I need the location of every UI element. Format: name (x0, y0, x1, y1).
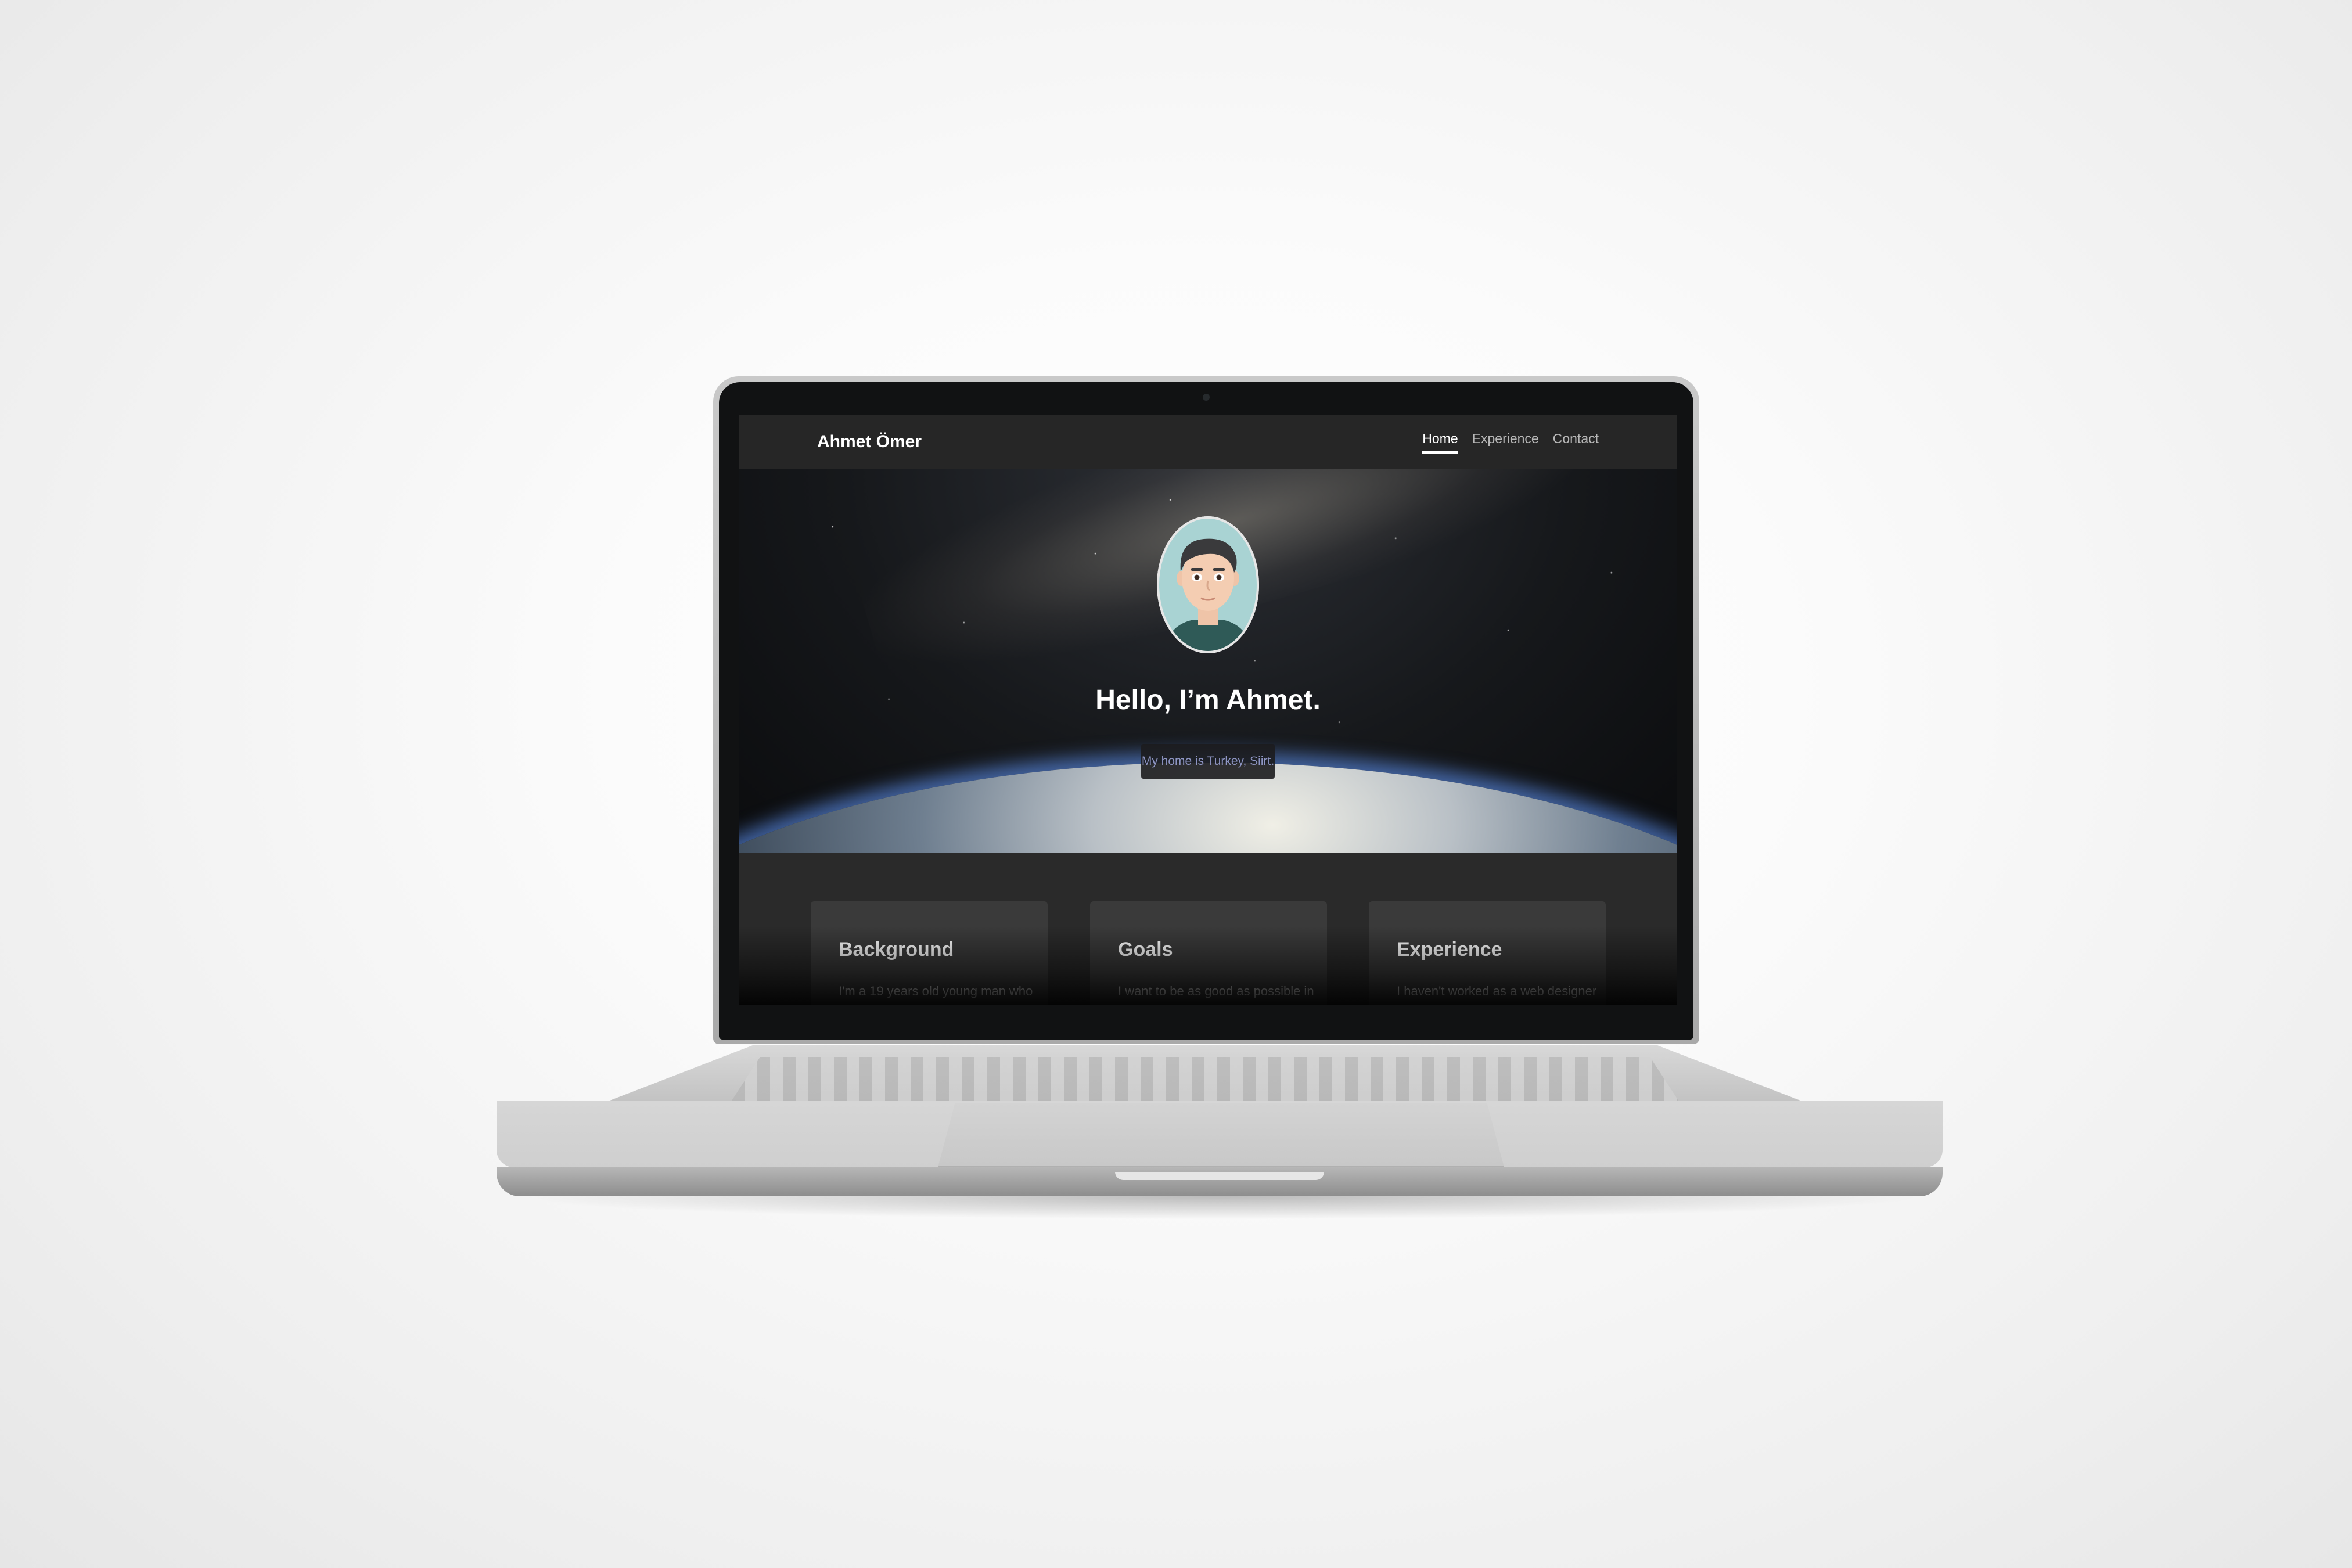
laptop-trackpad (938, 1103, 1504, 1167)
card-text: I want to be as good as possible in (1118, 984, 1314, 998)
hero-title: Hello, I’m Ahmet. (1095, 685, 1321, 715)
site-brand[interactable]: Ahmet Ömer (817, 432, 922, 452)
hero-section: Hello, I’m Ahmet. My home is Turkey, Sii… (739, 469, 1677, 853)
card-background: Background I'm a 19 years old young man … (811, 901, 1048, 1005)
nav-link-home[interactable]: Home (1422, 431, 1458, 454)
cards-section: Background I'm a 19 years old young man … (739, 853, 1677, 1005)
laptop-open-notch (1115, 1172, 1324, 1180)
nav-link-experience[interactable]: Experience (1472, 431, 1539, 454)
webcam (1203, 394, 1210, 401)
card-title: Goals (1118, 938, 1173, 961)
card-text: I'm a 19 years old young man who (839, 984, 1033, 998)
nav-links: Home Experience Contact (1422, 431, 1599, 454)
laptop-keyboard (732, 1057, 1678, 1101)
nav-link-contact[interactable]: Contact (1553, 431, 1599, 454)
card-text: I haven't worked as a web designer (1397, 984, 1597, 998)
site-navbar: Ahmet Ömer Home Experience Contact (739, 415, 1677, 469)
profile-avatar (1157, 516, 1259, 653)
laptop-shadow (511, 1196, 1928, 1220)
card-experience: Experience I haven't worked as a web des… (1369, 901, 1606, 1005)
card-title: Background (839, 938, 954, 961)
laptop-screen: Ahmet Ömer Home Experience Contact Hello… (739, 415, 1677, 1005)
card-goals: Goals I want to be as good as possible i… (1090, 901, 1327, 1005)
laptop-mockup: Ahmet Ömer Home Experience Contact Hello… (0, 0, 2352, 1568)
hero-subtitle: My home is Turkey, Siirt. (1141, 744, 1275, 779)
card-title: Experience (1397, 938, 1502, 961)
